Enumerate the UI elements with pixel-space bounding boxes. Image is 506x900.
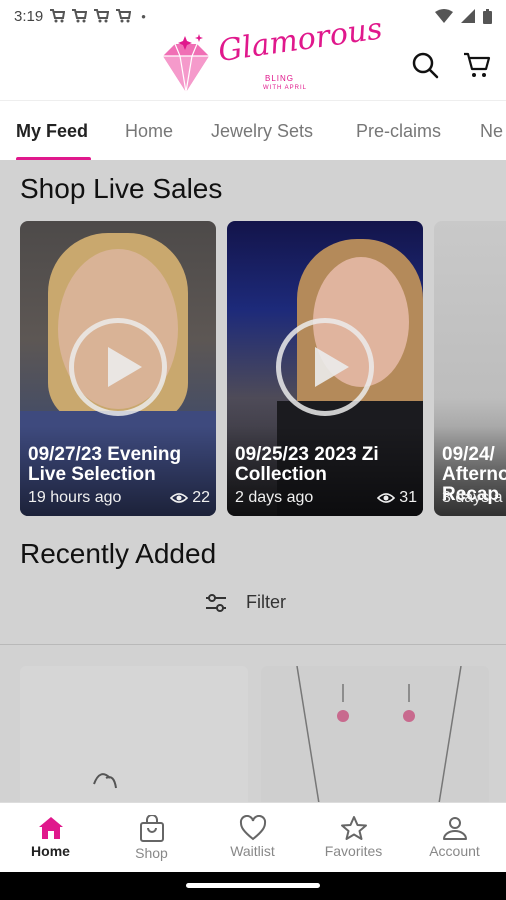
tab-jewelry-sets[interactable]: Jewelry Sets (211, 121, 313, 142)
nav-home[interactable]: Home (0, 803, 101, 872)
category-tabs: My Feed Home Jewelry Sets Pre-claims Ne (0, 100, 506, 160)
tab-pre-claims[interactable]: Pre-claims (356, 121, 441, 142)
earring-image (93, 773, 117, 789)
cart-notification-icon (94, 9, 110, 23)
shopping-bag-icon (139, 815, 164, 842)
live-sale-age: 2 days ago (235, 489, 314, 506)
battery-icon (483, 8, 492, 24)
bottom-navigation: Home Shop Waitlist Favorites Account (0, 802, 506, 872)
live-sale-age: 19 hours ago (28, 489, 122, 506)
play-icon[interactable] (69, 318, 167, 416)
play-icon[interactable] (276, 318, 374, 416)
view-count-value: 31 (399, 489, 417, 506)
nav-shop[interactable]: Shop (101, 803, 202, 872)
logo-tagline: BLING (265, 74, 295, 83)
home-gesture-handle[interactable] (186, 883, 320, 888)
live-sale-card[interactable]: 09/24/ Afterno Recap 3 days a (434, 221, 506, 516)
search-icon (412, 52, 439, 79)
product-card[interactable] (261, 665, 489, 802)
app-header: Glamorous BLING WITH APRIL (0, 11, 506, 100)
cart-button[interactable] (462, 50, 492, 80)
live-sale-age: 3 days a (442, 489, 503, 506)
tab-home[interactable]: Home (125, 121, 173, 142)
live-sale-title: 09/27/23 Evening Live Selection (28, 444, 182, 485)
eye-icon (170, 493, 189, 503)
nav-account-label: Account (429, 843, 480, 859)
brand-logo[interactable]: Glamorous BLING WITH APRIL (155, 11, 384, 100)
nav-favorites-label: Favorites (324, 843, 383, 859)
nav-favorites[interactable]: Favorites (303, 803, 404, 872)
filter-label: Filter (246, 592, 286, 612)
wifi-icon (435, 9, 453, 23)
filter-button[interactable]: Filter (204, 592, 286, 613)
status-bar: 3:19 • (0, 0, 506, 32)
eye-icon (377, 493, 396, 503)
cart-notification-icon (72, 9, 88, 23)
view-count: 22 (170, 489, 210, 507)
nav-shop-label: Shop (135, 845, 168, 861)
necklace-image (296, 665, 462, 802)
signal-icon (461, 9, 475, 23)
live-sale-title: 09/25/23 2023 Zi Collection (235, 444, 379, 485)
search-button[interactable] (410, 50, 440, 80)
nav-account[interactable]: Account (404, 803, 505, 872)
nav-waitlist-label: Waitlist (230, 843, 275, 859)
diamond-logo-icon (163, 34, 209, 93)
cart-notification-icon (116, 9, 132, 23)
live-sale-meta: 19 hours ago 22 (28, 489, 210, 507)
product-card[interactable] (20, 666, 248, 802)
cart-icon (464, 52, 491, 77)
view-count-value: 22 (192, 489, 210, 506)
nav-home-label: Home (31, 843, 70, 859)
live-sale-card[interactable]: 09/27/23 Evening Live Selection 19 hours… (20, 221, 216, 516)
section-title-recently-added: Recently Added (20, 538, 217, 569)
home-icon (38, 817, 63, 839)
feed-content[interactable]: Shop Live Sales 09/27/23 Evening Live Se… (0, 160, 506, 802)
status-time: 3:19 (14, 7, 44, 25)
cart-notification-icon (50, 9, 66, 23)
more-notifications-dot-icon: • (141, 8, 146, 24)
person-icon (442, 817, 467, 840)
logo-tagline-sub: WITH APRIL (263, 85, 308, 91)
section-title-live-sales: Shop Live Sales (20, 173, 223, 204)
tab-new[interactable]: Ne (480, 121, 503, 142)
tab-my-feed[interactable]: My Feed (16, 121, 88, 142)
star-icon (340, 816, 367, 840)
system-navigation-bar (0, 872, 506, 900)
divider (0, 644, 506, 645)
nav-waitlist[interactable]: Waitlist (202, 803, 303, 872)
live-sale-meta: 3 days a (442, 489, 506, 507)
filter-sliders-icon (206, 593, 226, 612)
live-sale-meta: 2 days ago 31 (235, 489, 417, 507)
live-sale-card[interactable]: 09/25/23 2023 Zi Collection 2 days ago 3… (227, 221, 423, 516)
view-count: 31 (377, 489, 417, 507)
heart-icon (239, 815, 266, 841)
